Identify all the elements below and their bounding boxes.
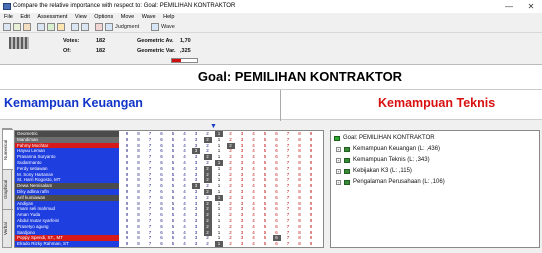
scale-cell[interactable]: 9 — [307, 241, 315, 247]
hierarchy-tree: Goal: PEMILIHAN KONTRAKTOR + Kemampuan K… — [330, 130, 540, 248]
scale-cell[interactable]: 8 — [135, 241, 143, 247]
participant-name[interactable]: Elrado Rizky Rahman, ST — [15, 241, 119, 248]
header-divider — [280, 90, 281, 121]
scale-cell[interactable]: 4 — [181, 241, 189, 247]
ahp-compare-window: Compare the relative importance with res… — [0, 0, 542, 253]
node-icon — [344, 147, 350, 152]
scale-pointer-icon: ▼ — [210, 123, 217, 130]
font-smaller-icon[interactable] — [81, 23, 89, 31]
votes-value: 182 — [96, 38, 106, 44]
scale-cell[interactable]: 3 — [238, 241, 246, 247]
menu-edit[interactable]: Edit — [20, 13, 29, 21]
geometric-variance-label: Geometric Var. — [137, 48, 176, 54]
participants-icon — [9, 37, 29, 49]
goal-title: Goal: PEMILIHAN KONTRAKTOR — [197, 69, 403, 84]
node-icon — [344, 180, 350, 185]
geometric-average-value: 1,70 — [180, 38, 191, 44]
menu-options[interactable]: Options — [94, 13, 113, 21]
scale-cell[interactable]: 2 — [204, 241, 212, 247]
title-bar: Compare the relative importance with res… — [0, 0, 542, 13]
goal-header: Goal: PEMILIHAN KONTRAKTOR — [0, 64, 542, 89]
menu-file[interactable]: File — [4, 13, 13, 21]
expand-icon[interactable]: + — [336, 158, 341, 163]
of-label: Of: — [63, 48, 71, 54]
tree-item-kemampuan-teknis[interactable]: Kemampuan Teknis (L: ,343) — [353, 156, 430, 164]
tree-item-pengalaman-perusahaan[interactable]: Pengalaman Perusahaan (L: ,106) — [353, 178, 445, 186]
goal-node-icon — [334, 136, 340, 141]
scale-cell[interactable]: 6 — [273, 241, 281, 247]
wave-icon[interactable] — [151, 23, 159, 31]
scale-cell[interactable]: 9 — [123, 241, 131, 247]
scale-cell[interactable]: 2 — [227, 241, 235, 247]
judgment-row: Elrado Rizky Rahman, ST 9 8 7 6 5 4 3 2 1 2 3 4 5 6 7 8 9 — [15, 241, 323, 248]
stats-panel: Votes: 182 Of: 182 Geometric Av. 1,70 Ge… — [0, 34, 542, 63]
save-icon[interactable] — [13, 23, 21, 31]
cut-icon[interactable] — [37, 23, 45, 31]
undo-icon[interactable] — [95, 23, 103, 31]
menu-wave[interactable]: Wave — [142, 13, 156, 21]
scale-cell[interactable]: 7 — [284, 241, 292, 247]
window-title: Compare the relative importance with res… — [13, 3, 236, 9]
expand-icon[interactable]: + — [336, 180, 341, 185]
comparison-header: Kemampuan Keuangan Kemampuan Teknis — [0, 89, 542, 121]
mode-tabs: Numerical Graphical Verbal — [2, 128, 13, 248]
wave-button[interactable]: Wave — [161, 23, 175, 31]
of-value: 182 — [96, 48, 106, 54]
scale-cell[interactable]: 5 — [169, 241, 177, 247]
left-criterion: Kemampuan Keuangan — [4, 96, 143, 110]
scale-cell[interactable]: 6 — [158, 241, 166, 247]
expand-icon[interactable]: + — [336, 169, 341, 174]
scale-cell[interactable]: 7 — [146, 241, 154, 247]
open-icon[interactable] — [3, 23, 11, 31]
scale-cell[interactable]: 1 — [215, 241, 223, 248]
variance-bar — [171, 58, 198, 63]
font-larger-icon[interactable] — [71, 23, 79, 31]
menu-view[interactable]: View — [75, 13, 87, 21]
menu-move[interactable]: Move — [121, 13, 134, 21]
scale-cell[interactable]: 8 — [296, 241, 304, 247]
paste-icon[interactable] — [57, 23, 65, 31]
node-icon — [344, 169, 350, 174]
copy-icon[interactable] — [47, 23, 55, 31]
menu-help[interactable]: Help — [163, 13, 174, 21]
tree-root[interactable]: Goal: PEMILIHAN KONTRAKTOR — [343, 134, 435, 142]
right-criterion: Kemampuan Teknis — [378, 96, 496, 110]
tab-graphical[interactable]: Graphical — [3, 169, 13, 209]
tree-item-kebijakan-k3[interactable]: Kebijakan K3 (L: ,115) — [353, 167, 412, 175]
toolbar: Judgment Wave — [0, 21, 542, 33]
geometric-average-label: Geometric Av. — [137, 38, 174, 44]
close-button[interactable]: ✕ — [524, 0, 538, 13]
menu-assessment[interactable]: Assessment — [37, 13, 67, 21]
votes-label: Votes: — [63, 38, 80, 44]
tab-numerical[interactable]: Numerical — [3, 129, 13, 169]
scale-cell[interactable]: 3 — [192, 241, 200, 247]
geometric-variance-value: ,325 — [180, 48, 191, 54]
app-icon — [3, 3, 11, 10]
scale-cell[interactable]: 4 — [250, 241, 258, 247]
node-icon — [344, 158, 350, 163]
tree-item-kemampuan-keuangan[interactable]: Kemampuan Keuangan (L: ,436) — [353, 145, 440, 153]
judgment-button[interactable]: Judgment — [115, 23, 139, 31]
minimize-button[interactable]: — — [502, 0, 516, 13]
judgment-grid: Geometric 9 8 7 6 5 4 3 2 1 2 3 4 5 6 7 8 9 Mandiman 9 8 7 6 5 4… — [14, 130, 324, 248]
scale-cell[interactable]: 5 — [261, 241, 269, 247]
tab-verbal[interactable]: Verbal — [3, 209, 13, 247]
print-icon[interactable] — [23, 23, 31, 31]
variance-bar-fill — [172, 59, 181, 62]
judgment-icon[interactable] — [105, 23, 113, 31]
expand-icon[interactable]: + — [336, 147, 341, 152]
menu-bar: File Edit Assessment View Options Move W… — [0, 13, 542, 21]
